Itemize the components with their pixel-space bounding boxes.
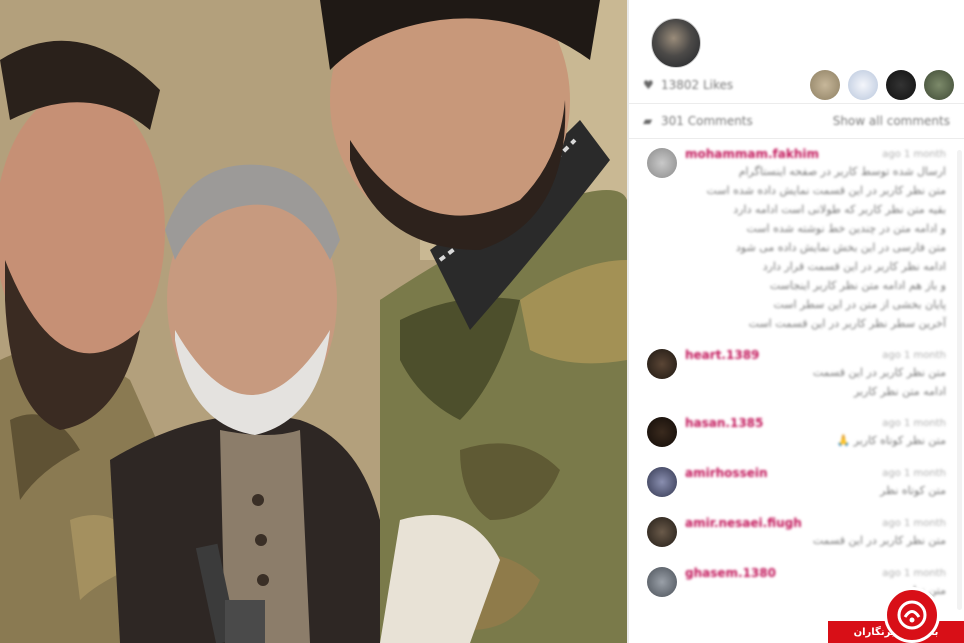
comment-username[interactable]: hasan.1385 [685, 416, 763, 430]
comments-panel: ♥ 13802 Likes ▰ 301 Comments Show all co… [629, 0, 964, 643]
liker-avatar[interactable] [924, 70, 954, 100]
comment-item: heart.1389 ago 1 month متن نظر کاربر در … [643, 347, 946, 401]
comment-username[interactable]: amirhossein [685, 466, 768, 480]
post-photo [0, 0, 627, 643]
liker-avatar[interactable] [810, 70, 840, 100]
watermark-logo: باشگاه خبرنگاران [824, 563, 964, 643]
profile-avatar[interactable] [651, 18, 701, 68]
comment-text: متن نظر کاربر در این قسمت ادامه متن نظر … [812, 366, 946, 398]
photo-illustration [0, 0, 627, 643]
comment-username[interactable]: mohammam.fakhim [685, 147, 819, 161]
comments-row: ▰ 301 Comments Show all comments [643, 108, 950, 134]
liker-avatars [810, 70, 954, 100]
commenter-avatar[interactable] [647, 417, 677, 447]
comment-item: amirhossein ago 1 month متن کوتاه نظر [643, 465, 946, 501]
comments-count: 301 Comments [661, 114, 753, 128]
comment-time: ago 1 month [882, 148, 946, 160]
logo-emblem-icon [884, 587, 940, 643]
comment-time: ago 1 month [882, 467, 946, 479]
show-all-comments-link[interactable]: Show all comments [833, 114, 950, 128]
commenter-avatar[interactable] [647, 349, 677, 379]
speech-bubble-icon[interactable]: ▰ [643, 114, 661, 128]
comment-item: amir.nesaei.fiugh ago 1 month متن نظر کا… [643, 515, 946, 551]
commenter-avatar[interactable] [647, 148, 677, 178]
comments-scrollbar[interactable] [957, 150, 962, 610]
liker-avatar[interactable] [886, 70, 916, 100]
liker-avatar[interactable] [848, 70, 878, 100]
comment-text: ارسال شده توسط کاربر در صفحه اینستاگرام … [706, 165, 946, 330]
comment-text: متن نظر کوتاه کاربر 🙏 [836, 434, 946, 447]
comment-time: ago 1 month [882, 349, 946, 361]
comment-username[interactable]: heart.1389 [685, 348, 759, 362]
separator [629, 103, 964, 104]
comment-item: hasan.1385 ago 1 month متن نظر کوتاه کار… [643, 415, 946, 451]
comment-time: ago 1 month [882, 417, 946, 429]
commenter-avatar[interactable] [647, 467, 677, 497]
separator [629, 138, 964, 139]
comment-text: متن کوتاه نظر [880, 484, 946, 497]
commenter-avatar[interactable] [647, 567, 677, 597]
comment-list: mohammam.fakhim ago 1 month ارسال شده تو… [643, 146, 946, 615]
comment-item: mohammam.fakhim ago 1 month ارسال شده تو… [643, 146, 946, 333]
comment-text: متن نظر کاربر در این قسمت [812, 534, 946, 547]
comment-username[interactable]: ghasem.1380 [685, 566, 776, 580]
comment-time: ago 1 month [882, 517, 946, 529]
commenter-avatar[interactable] [647, 517, 677, 547]
comment-username[interactable]: amir.nesaei.fiugh [685, 516, 802, 530]
heart-icon[interactable]: ♥ [643, 78, 661, 92]
